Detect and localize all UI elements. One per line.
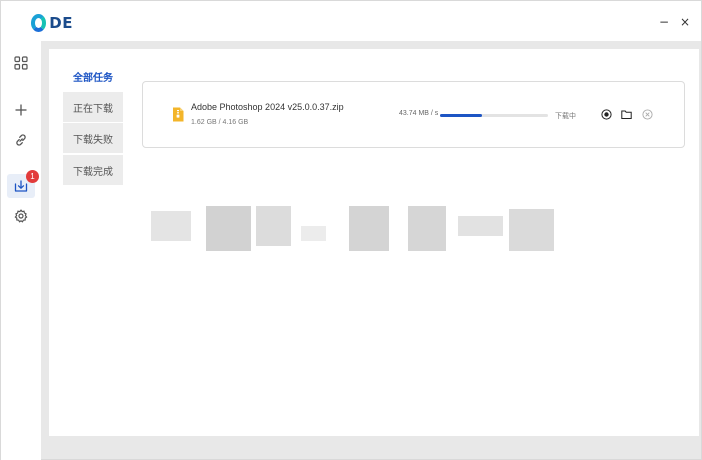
left-nav: 1 — [1, 41, 41, 460]
nav-downloads-button[interactable]: 1 — [7, 170, 39, 198]
task-speed: 43.74 MB / s — [399, 110, 439, 117]
tab-failed[interactable]: 下载失败 — [63, 123, 123, 153]
tab-all-tasks[interactable]: 全部任务 — [63, 61, 123, 91]
task-status: 下载中 — [555, 112, 576, 120]
app-logo: DE — [31, 13, 73, 33]
title-bar: DE − × — [1, 1, 701, 41]
gear-icon — [14, 209, 28, 223]
nav-settings-button[interactable] — [7, 204, 35, 228]
tab-downloading[interactable]: 正在下载 — [63, 92, 123, 122]
progress-bar — [440, 114, 548, 117]
logo-ring-icon — [31, 14, 47, 32]
minimize-button[interactable]: − — [657, 15, 671, 29]
pause-button-icon[interactable] — [601, 109, 612, 120]
app-window: DE − × 1 全部任务 正在下载 下载失败 下载完成 Adobe Photo… — [0, 0, 702, 460]
tab-completed[interactable]: 下载完成 — [63, 155, 123, 185]
task-file-name: Adobe Photoshop 2024 v25.0.0.37.zip — [191, 102, 344, 112]
download-task-card[interactable]: Adobe Photoshop 2024 v25.0.0.37.zip 1.62… — [142, 81, 685, 148]
downloads-count-badge: 1 — [26, 170, 39, 183]
progress-fill — [440, 114, 483, 117]
logo-text: DE — [49, 14, 73, 32]
open-folder-icon[interactable] — [621, 109, 632, 120]
grid-icon — [14, 56, 28, 70]
task-size: 1.62 GB / 4.16 GB — [191, 119, 249, 126]
nav-apps-button[interactable] — [7, 51, 35, 75]
zip-file-icon — [173, 107, 184, 122]
cancel-task-icon[interactable] — [642, 109, 653, 120]
close-button[interactable]: × — [678, 15, 692, 29]
nav-add-button[interactable] — [7, 98, 35, 122]
nav-link-button[interactable] — [7, 128, 35, 152]
plus-icon — [15, 104, 27, 116]
download-icon — [14, 180, 28, 192]
link-icon — [16, 134, 26, 146]
